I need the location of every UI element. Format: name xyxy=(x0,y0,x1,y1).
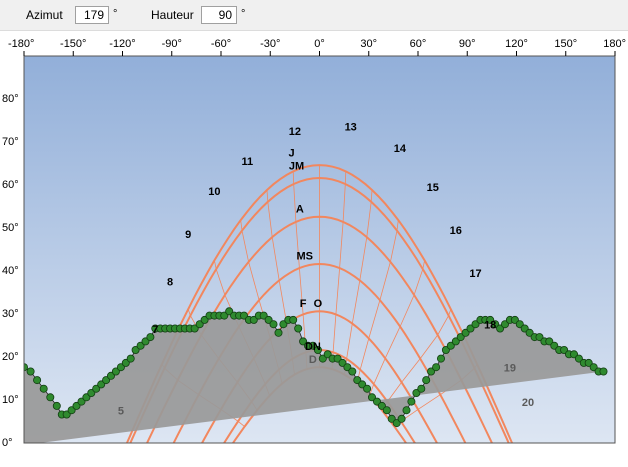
month-label: O xyxy=(314,298,323,310)
y-axis-tick-label: 40° xyxy=(2,265,19,277)
horizon-point xyxy=(294,324,303,333)
hour-label: 17 xyxy=(469,268,481,280)
x-axis-tick-label: -30° xyxy=(260,38,280,50)
y-axis-tick-label: 80° xyxy=(2,93,19,105)
hauteur-unit: ° xyxy=(241,8,246,20)
horizon-point xyxy=(436,354,445,363)
azimut-field[interactable]: 179 xyxy=(75,6,109,24)
x-axis-tick-label: -60° xyxy=(211,38,231,50)
y-axis-tick-label: 50° xyxy=(2,222,19,234)
hour-label: 18 xyxy=(484,320,496,332)
hauteur-label: Hauteur xyxy=(151,8,194,22)
x-axis-tick-label: 30° xyxy=(360,38,377,50)
y-axis-tick-label: 30° xyxy=(2,308,19,320)
horizon-point xyxy=(407,397,416,406)
hour-label: 16 xyxy=(450,225,462,237)
azimut-unit: ° xyxy=(113,8,118,20)
hour-label: 14 xyxy=(394,143,407,155)
x-axis-tick-label: -120° xyxy=(109,38,135,50)
horizon-point xyxy=(126,354,135,363)
x-axis-tick-label: -150° xyxy=(60,38,86,50)
x-axis-tick-label: 0° xyxy=(314,38,325,50)
horizon-point xyxy=(46,393,55,402)
month-label: F xyxy=(300,298,307,310)
horizon-point xyxy=(382,406,391,415)
x-axis-tick-label: 150° xyxy=(554,38,577,50)
horizon-point xyxy=(33,376,42,385)
horizon-point xyxy=(402,406,411,415)
x-axis-tick-label: 120° xyxy=(505,38,528,50)
x-axis-tick-label: -180° xyxy=(8,38,34,50)
x-axis-tick-label: 90° xyxy=(459,38,476,50)
hour-label: 13 xyxy=(345,122,357,134)
horizon-point xyxy=(599,367,608,376)
azimut-label: Azimut xyxy=(26,8,63,22)
horizon-point xyxy=(269,320,278,329)
hour-label: 8 xyxy=(167,277,173,289)
month-label: DN xyxy=(305,341,321,353)
y-axis-tick-label: 70° xyxy=(2,136,19,148)
y-axis-tick-label: 10° xyxy=(2,394,19,406)
horizon-point xyxy=(397,414,406,423)
horizon-point xyxy=(417,384,426,393)
hour-label: 19 xyxy=(504,363,516,375)
horizon-point xyxy=(39,384,48,393)
hauteur-field[interactable]: 90 xyxy=(201,6,237,24)
hour-label: 5 xyxy=(118,406,124,418)
toolbar: Azimut 179 ° Hauteur 90 ° xyxy=(0,0,628,31)
hour-label: 20 xyxy=(522,397,534,409)
horizon-point xyxy=(26,367,35,376)
hour-label: 15 xyxy=(427,182,439,194)
x-axis-tick-label: -90° xyxy=(162,38,182,50)
month-label: J xyxy=(289,148,295,160)
horizon-point xyxy=(363,384,372,393)
x-axis-tick-label: 60° xyxy=(410,38,427,50)
y-axis-tick-label: 0° xyxy=(2,437,13,449)
x-axis-tick-label: 180° xyxy=(603,38,626,50)
horizon-point xyxy=(274,328,283,337)
month-label: JM xyxy=(289,160,304,172)
month-label: D xyxy=(309,354,317,366)
horizon-point xyxy=(422,376,431,385)
horizon-point xyxy=(348,367,357,376)
hour-label: 10 xyxy=(208,186,220,198)
horizon-point xyxy=(289,315,298,324)
sun-path-chart[interactable]: 5 7 8 9 10 11 12 13 14 15 16 17 18 19 20 JJM A MS F O DND -1… xyxy=(0,30,628,467)
hour-label: 11 xyxy=(241,156,253,168)
horizon-point xyxy=(432,363,441,372)
hour-label: 7 xyxy=(152,324,158,336)
horizon-point xyxy=(52,401,61,410)
y-axis-tick-label: 60° xyxy=(2,179,19,191)
y-axis-tick-label: 20° xyxy=(2,351,19,363)
month-label: MS xyxy=(296,251,313,263)
month-label: A xyxy=(296,203,304,215)
hour-label: 9 xyxy=(185,229,191,241)
hour-label: 12 xyxy=(289,126,301,138)
